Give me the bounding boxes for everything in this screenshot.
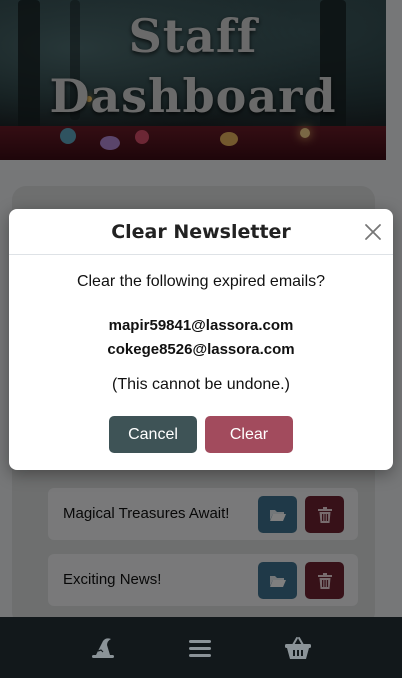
nav-basket-button[interactable] (283, 633, 313, 663)
nav-wizard-button[interactable] (88, 633, 118, 663)
modal-warning: (This cannot be undone.) (112, 376, 290, 393)
modal-title: Clear Newsletter (111, 221, 291, 243)
expired-email: cokege8526@lassora.com (107, 341, 295, 358)
close-icon (365, 224, 381, 240)
basket-icon (285, 637, 311, 659)
modal-prompt: Clear the following expired emails? (76, 273, 326, 290)
cancel-button[interactable]: Cancel (109, 416, 197, 453)
expired-email: mapir59841@lassora.com (108, 317, 294, 334)
nav-menu-button[interactable] (185, 633, 215, 663)
close-button[interactable] (363, 222, 383, 242)
menu-icon (189, 640, 211, 657)
clear-button[interactable]: Clear (205, 416, 293, 453)
modal-header: Clear Newsletter (9, 209, 393, 255)
bottom-nav (0, 617, 402, 678)
wizard-hat-icon (92, 638, 114, 658)
clear-newsletter-modal: Clear Newsletter Clear the following exp… (9, 209, 393, 470)
